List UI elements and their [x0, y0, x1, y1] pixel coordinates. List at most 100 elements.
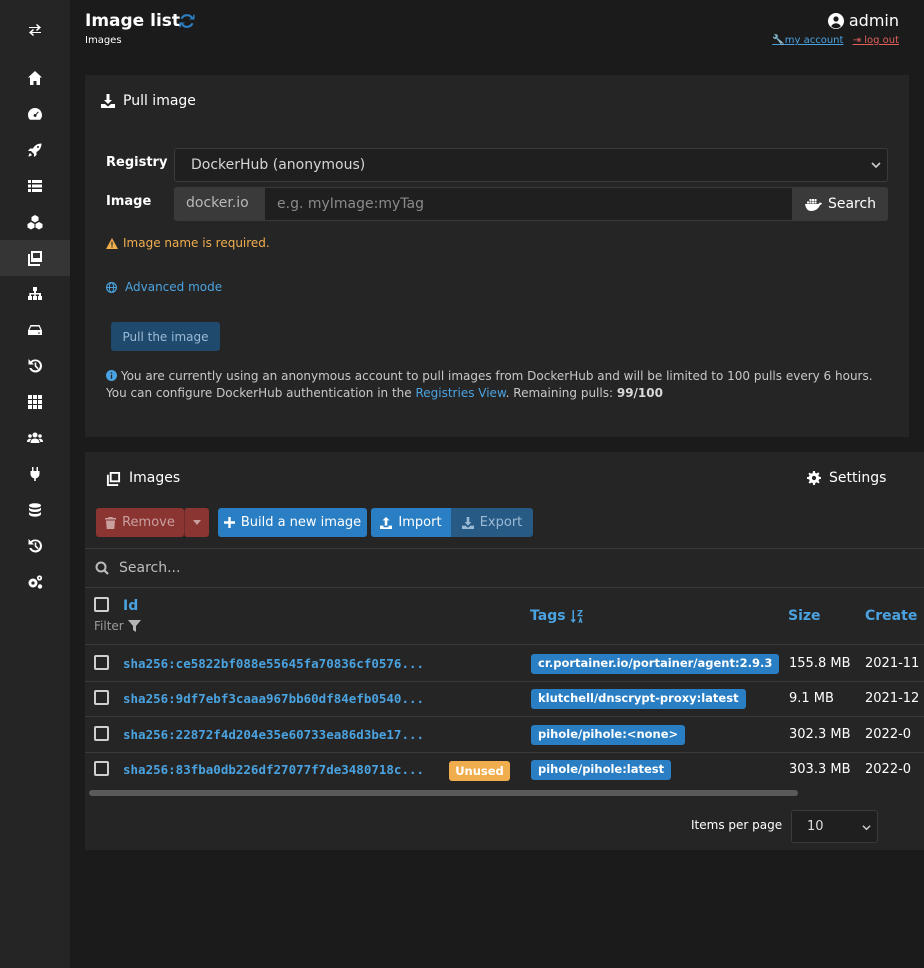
images-title: Images	[129, 470, 181, 486]
database-icon[interactable]	[0, 492, 70, 528]
row-checkbox[interactable]	[94, 761, 109, 776]
caret-down-icon	[193, 520, 201, 525]
images-search-bar[interactable]: Search...	[85, 548, 924, 588]
download-icon	[461, 516, 474, 529]
image-tag-badge: pihole/pihole:latest	[531, 760, 672, 780]
image-size: 303.3 MB	[789, 762, 851, 777]
cubes-icon[interactable]	[0, 204, 70, 240]
history-icon[interactable]	[0, 348, 70, 384]
image-id-link[interactable]: sha256:83fba0db226df27077f7de3480718c...	[123, 762, 424, 777]
switch-icon[interactable]	[0, 12, 70, 48]
image-tag-badge: cr.portainer.io/portainer/agent:2.9.3	[531, 654, 780, 674]
import-button[interactable]: Import	[371, 508, 451, 537]
warning-icon	[106, 237, 118, 249]
row-divider	[85, 716, 924, 717]
items-per-page-select[interactable]: 10	[791, 810, 878, 843]
items-per-page-label: Items per page	[691, 818, 783, 832]
remove-dropdown-toggle[interactable]	[184, 508, 209, 537]
refresh-icon[interactable]	[177, 11, 197, 31]
pull-image-title: Pull image	[123, 93, 196, 109]
column-created[interactable]: Create	[865, 608, 917, 624]
gear-icon	[807, 471, 821, 485]
column-tags[interactable]: Tags	[530, 608, 583, 624]
filter-label: Filter	[94, 619, 124, 633]
network-icon[interactable]	[0, 276, 70, 312]
row-divider	[85, 681, 924, 682]
image-input[interactable]: e.g. myImage:myTag	[264, 187, 793, 221]
apps-icon[interactable]	[0, 384, 70, 420]
registries-view-link[interactable]: Registries View	[415, 386, 505, 400]
images-icon	[106, 471, 121, 486]
page-header: Image list Images admin 🔧my account ⇥ lo…	[70, 0, 924, 60]
validation-warning: Image name is required.	[106, 236, 270, 250]
image-created: 2021-12	[865, 691, 920, 706]
log-out-link[interactable]: ⇥ log out	[853, 35, 899, 46]
remove-button[interactable]: Remove	[96, 508, 184, 537]
hdd-icon[interactable]	[0, 312, 70, 348]
settings-label: Settings	[829, 470, 887, 486]
column-id[interactable]: Id	[123, 598, 138, 614]
registry-label: Registry	[106, 155, 168, 170]
row-checkbox[interactable]	[94, 655, 109, 670]
registry-select[interactable]: DockerHub (anonymous)	[174, 148, 888, 182]
image-created: 2022-0	[865, 727, 912, 742]
list-icon[interactable]	[0, 168, 70, 204]
log-out-label: log out	[864, 35, 899, 46]
home-icon[interactable]	[0, 60, 70, 96]
image-id-link[interactable]: sha256:22872f4d204e35e60733ea86d3be17...	[123, 727, 424, 742]
chevron-down-icon	[862, 825, 871, 831]
settings-icon[interactable]	[0, 564, 70, 600]
column-size[interactable]: Size	[788, 608, 821, 624]
image-created: 2021-11	[865, 656, 920, 671]
unused-badge: Unused	[449, 761, 510, 781]
user-menu[interactable]: admin	[827, 11, 899, 30]
user-links: 🔧my account ⇥ log out	[766, 35, 899, 46]
image-tag-badge: klutchell/dnscrypt-proxy:latest	[531, 689, 746, 709]
anonymous-info: You are currently using an anonymous acc…	[106, 368, 896, 402]
images-icon[interactable]	[0, 240, 70, 276]
search-button[interactable]: Search	[792, 187, 888, 221]
pull-image-button[interactable]: Pull the image	[111, 322, 220, 351]
rocket-icon[interactable]	[0, 132, 70, 168]
image-label: Image	[106, 194, 152, 209]
images-heading: Images	[106, 470, 180, 486]
sort-alpha-icon	[570, 609, 583, 623]
items-per-page-value: 10	[807, 819, 824, 834]
row-checkbox[interactable]	[94, 726, 109, 741]
search-placeholder: Search...	[119, 560, 181, 576]
users-icon[interactable]	[0, 420, 70, 456]
table-header-divider	[85, 644, 924, 645]
row-checkbox[interactable]	[94, 690, 109, 705]
wrench-icon: 🔧	[772, 35, 785, 46]
user-circle-icon	[827, 12, 844, 29]
build-label: Build a new image	[240, 515, 362, 530]
download-icon	[101, 94, 115, 108]
my-account-link[interactable]: 🔧my account	[772, 35, 843, 46]
docker-icon	[804, 198, 822, 211]
remove-label: Remove	[122, 515, 175, 530]
registry-value: DockerHub (anonymous)	[191, 157, 366, 173]
trash-icon	[105, 516, 117, 529]
history-icon[interactable]	[0, 528, 70, 564]
image-registry-prefix: docker.io	[174, 187, 265, 221]
image-id-link[interactable]: sha256:ce5822bf088e55645fa70836cf0576...	[123, 656, 424, 671]
advanced-mode-link[interactable]: Advanced mode	[106, 280, 222, 294]
dashboard-icon[interactable]	[0, 96, 70, 132]
my-account-label: my account	[784, 35, 844, 46]
page-title: Image list	[85, 11, 181, 31]
export-label: Export	[479, 515, 523, 530]
sign-out-icon: ⇥	[852, 35, 865, 46]
image-id-link[interactable]: sha256:9df7ebf3caaa967bb60df84efb0540...	[123, 691, 424, 706]
build-image-button[interactable]: Build a new image	[218, 508, 367, 537]
filter-icon	[127, 620, 141, 632]
warning-text: Image name is required.	[123, 236, 270, 250]
search-button-label: Search	[827, 196, 877, 212]
remaining-pulls-value: 99/100	[616, 386, 663, 400]
horizontal-scrollbar[interactable]	[89, 790, 798, 796]
image-size: 155.8 MB	[789, 656, 851, 671]
filter-button[interactable]: Filter	[94, 619, 141, 633]
select-all-checkbox[interactable]	[94, 597, 109, 612]
export-button[interactable]: Export	[451, 508, 533, 537]
plug-icon[interactable]	[0, 456, 70, 492]
settings-button[interactable]: Settings	[807, 470, 886, 486]
